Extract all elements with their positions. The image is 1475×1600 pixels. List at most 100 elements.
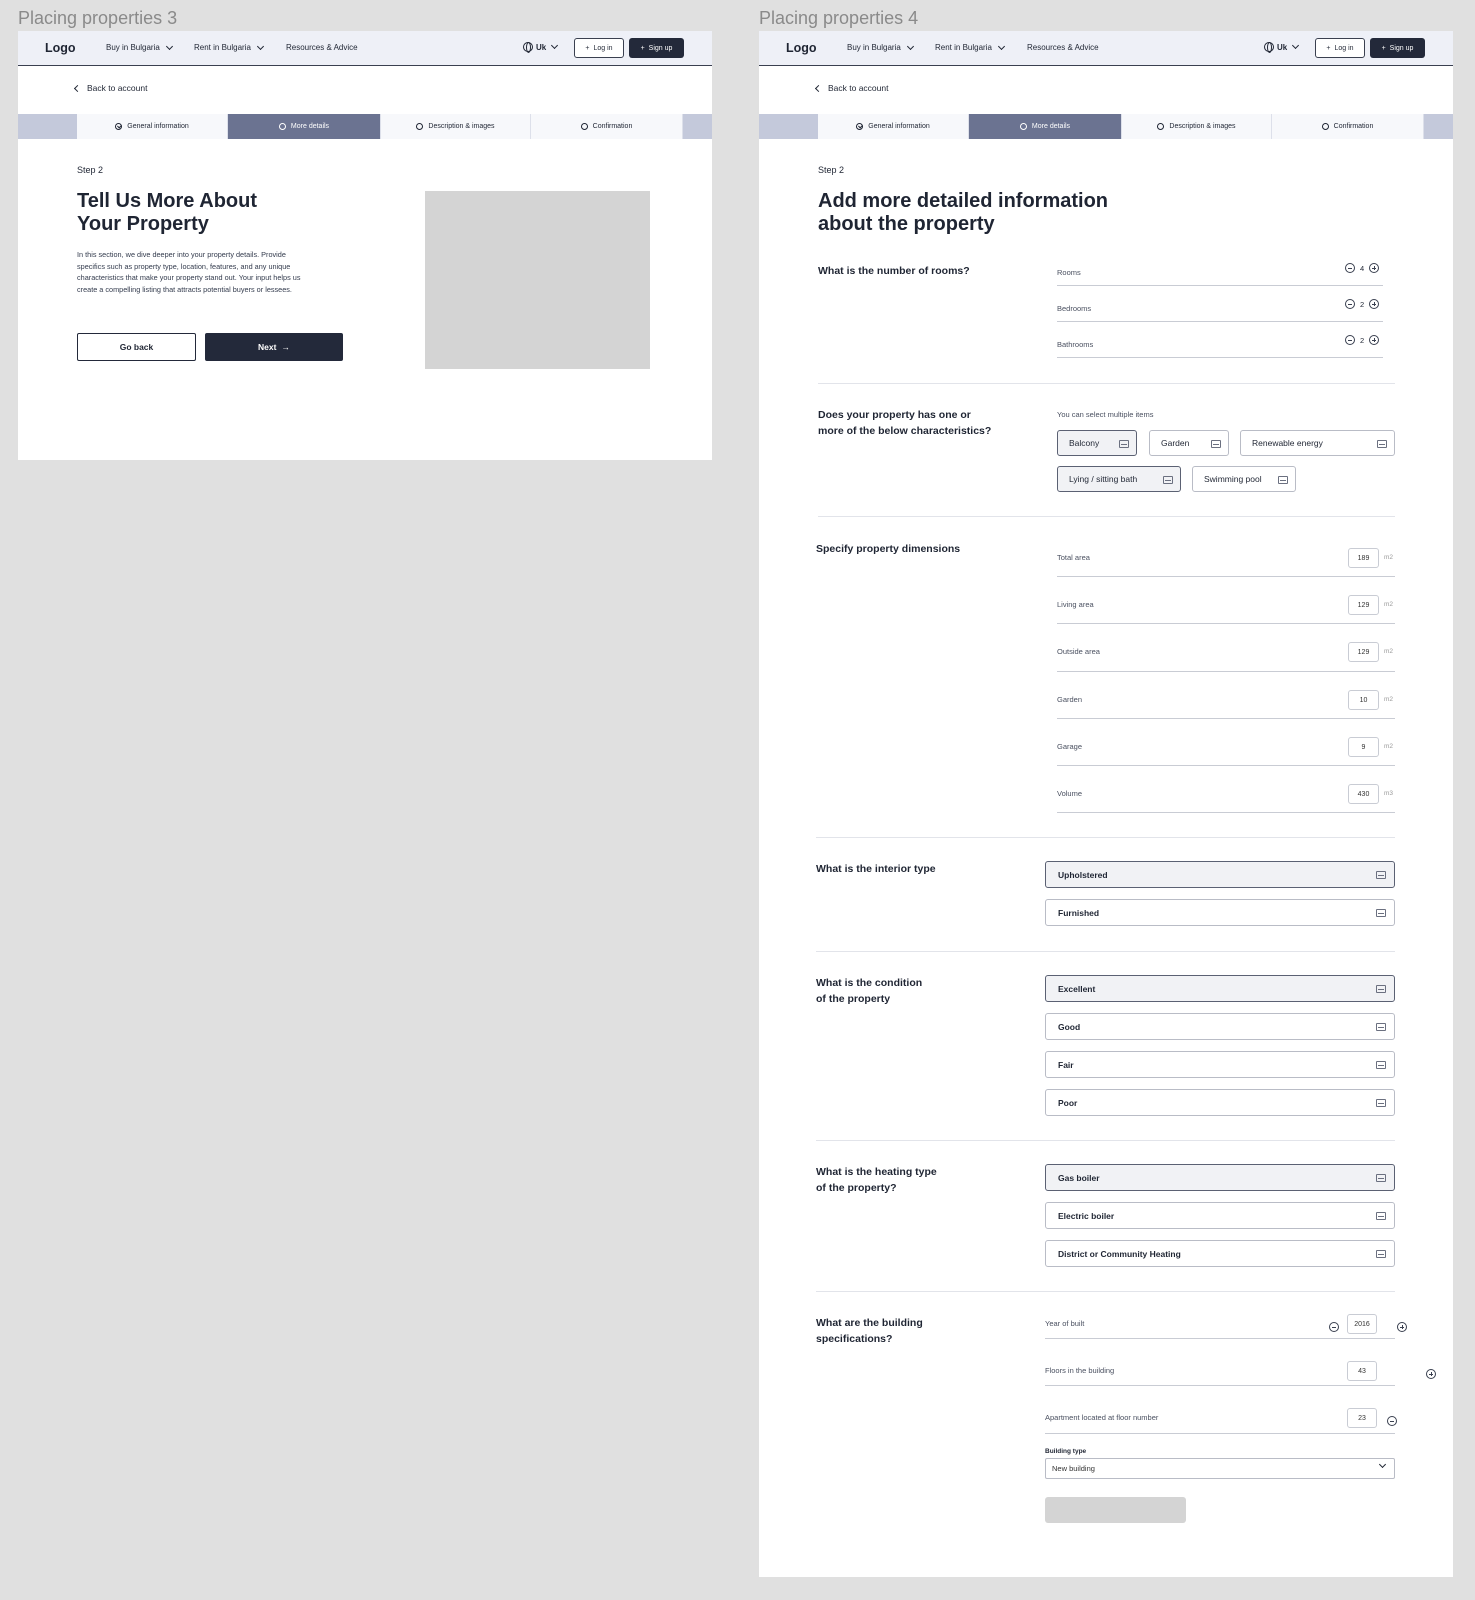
unit-label: m2 bbox=[1384, 743, 1394, 750]
option-label: Excellent bbox=[1058, 983, 1096, 994]
row-divider bbox=[1057, 321, 1383, 322]
plus-circle-icon[interactable] bbox=[1369, 263, 1380, 273]
step-confirmation[interactable]: Confirmation bbox=[531, 114, 683, 139]
chip-swimming-pool[interactable]: Swimming pool bbox=[1192, 466, 1296, 492]
minus-circle-icon[interactable] bbox=[1386, 1416, 1397, 1426]
nav-buy[interactable]: Buy in Bulgaria bbox=[847, 42, 914, 52]
option-district-heating[interactable]: District or Community Heating bbox=[1045, 1240, 1395, 1267]
chevron-down-icon bbox=[165, 42, 173, 50]
nav-resources[interactable]: Resources & Advice bbox=[286, 43, 358, 52]
option-electric-boiler[interactable]: Electric boiler bbox=[1045, 1202, 1395, 1229]
back-label: Back to account bbox=[87, 83, 148, 93]
bedrooms-stepper: 2 bbox=[1345, 299, 1380, 309]
step-general-information[interactable]: General information bbox=[77, 114, 228, 139]
step-label: General information bbox=[868, 123, 930, 130]
nav-buy-label: Buy in Bulgaria bbox=[847, 43, 901, 52]
check-circle-icon bbox=[115, 123, 123, 130]
minus-circle-icon[interactable] bbox=[1345, 263, 1355, 273]
back-to-account-link[interactable]: Back to account bbox=[814, 83, 888, 93]
nav-resources[interactable]: Resources & Advice bbox=[1027, 43, 1099, 52]
plus-circle-icon[interactable] bbox=[1369, 335, 1380, 345]
option-upholstered[interactable]: Upholstered bbox=[1045, 861, 1395, 888]
row-divider bbox=[1045, 1433, 1395, 1434]
minus-circle-icon[interactable] bbox=[1329, 1322, 1339, 1332]
circle-icon bbox=[416, 123, 424, 130]
step-number: Step 2 bbox=[818, 165, 845, 175]
step-label: Description & images bbox=[1169, 123, 1236, 130]
building-type-select[interactable]: New building bbox=[1045, 1458, 1395, 1479]
floors-input[interactable]: 43 bbox=[1347, 1361, 1377, 1381]
garden-area-label: Garden bbox=[1057, 695, 1083, 704]
chip-label: Garden bbox=[1161, 438, 1190, 448]
login-button[interactable]: + Log in bbox=[1315, 38, 1365, 58]
rooms-label: Rooms bbox=[1057, 268, 1081, 277]
option-poor[interactable]: Poor bbox=[1045, 1089, 1395, 1116]
chip-balcony[interactable]: Balcony bbox=[1057, 430, 1137, 456]
option-gas-boiler[interactable]: Gas boiler bbox=[1045, 1164, 1395, 1191]
tray-icon bbox=[1376, 1023, 1386, 1031]
section-divider bbox=[816, 1291, 1395, 1292]
living-area-input[interactable]: 129 bbox=[1348, 595, 1379, 615]
step-description-images[interactable]: Description & images bbox=[1122, 114, 1272, 139]
back-to-account-link[interactable]: Back to account bbox=[73, 83, 148, 93]
bedrooms-value: 2 bbox=[1360, 299, 1365, 309]
chip-garden[interactable]: Garden bbox=[1149, 430, 1229, 456]
logo[interactable]: Logo bbox=[45, 41, 76, 55]
submit-button-disabled[interactable] bbox=[1045, 1497, 1186, 1523]
nav-buy[interactable]: Buy in Bulgaria bbox=[106, 42, 173, 52]
option-good[interactable]: Good bbox=[1045, 1013, 1395, 1040]
option-furnished[interactable]: Furnished bbox=[1045, 899, 1395, 926]
row-divider bbox=[1045, 1385, 1395, 1386]
chip-renewable-energy[interactable]: Renewable energy bbox=[1240, 430, 1395, 456]
step-more-details[interactable]: More details bbox=[969, 114, 1122, 139]
plus-circle-icon[interactable] bbox=[1426, 1369, 1437, 1379]
heating-question-line2: of the property? bbox=[816, 1182, 897, 1194]
logo[interactable]: Logo bbox=[786, 41, 817, 55]
plus-circle-icon[interactable] bbox=[1397, 1322, 1408, 1332]
step-description-images[interactable]: Description & images bbox=[381, 114, 531, 139]
nav-rent-label: Rent in Bulgaria bbox=[194, 43, 251, 52]
garage-area-input[interactable]: 9 bbox=[1348, 737, 1379, 757]
option-fair[interactable]: Fair bbox=[1045, 1051, 1395, 1078]
floor-number-input[interactable]: 23 bbox=[1347, 1408, 1377, 1428]
signup-button[interactable]: + Sign up bbox=[1370, 38, 1425, 58]
login-button[interactable]: + Log in bbox=[574, 38, 624, 58]
chevron-left-icon bbox=[73, 84, 82, 92]
option-excellent[interactable]: Excellent bbox=[1045, 975, 1395, 1002]
page-title-line1: Tell Us More About bbox=[77, 190, 257, 212]
step-label: Confirmation bbox=[592, 123, 633, 130]
language-select[interactable]: Uk bbox=[1264, 41, 1300, 53]
minus-circle-icon[interactable] bbox=[1345, 299, 1355, 309]
tray-icon bbox=[1119, 440, 1129, 448]
outside-area-input[interactable]: 129 bbox=[1348, 642, 1379, 662]
go-back-button[interactable]: Go back bbox=[77, 333, 196, 361]
year-built-input[interactable]: 2016 bbox=[1347, 1314, 1377, 1334]
step-more-details[interactable]: More details bbox=[228, 114, 381, 139]
option-label: Good bbox=[1058, 1021, 1081, 1032]
circle-icon bbox=[1321, 123, 1329, 130]
multi-select-hint: You can select multiple items bbox=[1057, 410, 1154, 419]
plus-circle-icon[interactable] bbox=[1369, 299, 1380, 309]
nav-rent[interactable]: Rent in Bulgaria bbox=[935, 42, 1005, 52]
circle-icon bbox=[580, 123, 588, 130]
total-area-input[interactable]: 189 bbox=[1348, 548, 1379, 568]
volume-input[interactable]: 430 bbox=[1348, 784, 1379, 804]
step-label: General information bbox=[127, 123, 189, 130]
circle-icon bbox=[1019, 123, 1027, 130]
step-confirmation[interactable]: Confirmation bbox=[1272, 114, 1424, 139]
chevron-down-icon bbox=[997, 42, 1005, 50]
form-title-line2: about the property bbox=[818, 213, 995, 235]
minus-circle-icon[interactable] bbox=[1345, 335, 1355, 345]
next-button[interactable]: Next → bbox=[205, 333, 343, 361]
intro-text-line1: In this section, we dive deeper into you… bbox=[77, 250, 286, 259]
language-select[interactable]: Uk bbox=[523, 41, 559, 53]
circle-icon bbox=[1157, 123, 1165, 130]
nav-rent[interactable]: Rent in Bulgaria bbox=[194, 42, 264, 52]
step-general-information[interactable]: General information bbox=[818, 114, 969, 139]
building-type-value: New building bbox=[1052, 1464, 1095, 1473]
garden-area-input[interactable]: 10 bbox=[1348, 690, 1379, 710]
chip-lying-sitting-bath[interactable]: Lying / sitting bath bbox=[1057, 466, 1181, 492]
signup-button[interactable]: + Sign up bbox=[629, 38, 684, 58]
circle-icon bbox=[278, 123, 286, 130]
floor-number-label: Apartment located at floor number bbox=[1045, 1413, 1159, 1422]
